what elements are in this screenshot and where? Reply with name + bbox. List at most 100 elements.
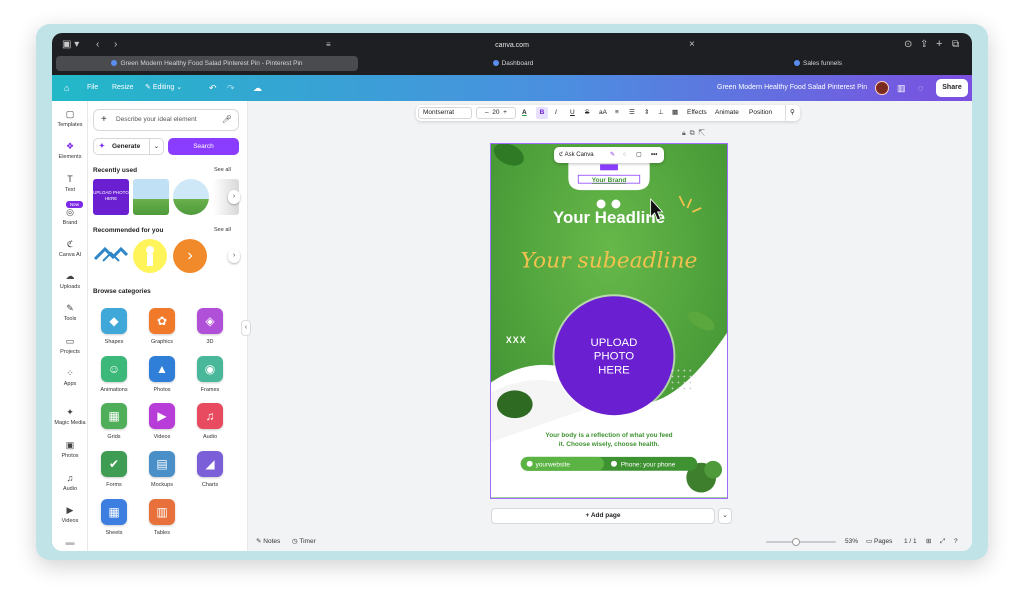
headline-text[interactable]: Your Headline — [553, 208, 665, 227]
transparency-icon[interactable]: ▩ — [672, 105, 678, 121]
category-mockups[interactable]: ▤ Mockups — [144, 451, 180, 488]
font-size-value[interactable]: 20 — [492, 109, 499, 116]
help-icon[interactable]: ? — [954, 533, 958, 551]
category-3d[interactable]: ◈ 3D — [192, 308, 228, 345]
home-icon[interactable]: ⌂ — [64, 75, 69, 101]
rail-item-uploads[interactable]: ☁ Uploads — [52, 271, 88, 290]
add-page-button[interactable]: + Add page — [491, 508, 715, 524]
italic-button[interactable]: I — [555, 105, 557, 121]
comment-icon[interactable]: ◌ — [623, 147, 627, 163]
resize-button[interactable]: Resize — [112, 75, 133, 101]
tab-pinterest-pin[interactable]: Green Modern Healthy Food Salad Pinteres… — [56, 56, 358, 71]
rail-item-brand[interactable]: ◎ Brand — [52, 207, 88, 226]
forward-icon[interactable]: › — [114, 39, 117, 51]
recommended-arrow-circle-thumb[interactable]: › — [173, 239, 207, 273]
brand-text[interactable]: Your Brand — [592, 177, 627, 184]
category-forms[interactable]: ✔ Forms — [96, 451, 132, 488]
category-graphics[interactable]: ✿ Graphics — [144, 308, 180, 345]
clear-url-icon[interactable]: × — [689, 39, 695, 51]
rail-item-photos[interactable]: ▣ Photos — [52, 440, 88, 459]
chevron-down-icon[interactable]: ⌄ — [149, 139, 163, 154]
vertical-align-icon[interactable]: ⊥ — [658, 105, 664, 121]
pages-button[interactable]: ▭ Pages — [866, 533, 892, 551]
new-tab-icon[interactable]: + — [936, 38, 942, 50]
body-text-line-1[interactable]: Your body is a reflection of what you fe… — [545, 432, 672, 439]
website-text[interactable]: yourwebsite — [536, 461, 571, 468]
spacing-icon[interactable]: ⇕ — [644, 105, 649, 121]
more-options-icon[interactable]: ••• — [651, 147, 657, 163]
editing-mode-button[interactable]: ✎ Editing ⌄ — [145, 75, 182, 101]
rail-item-tools[interactable]: ✎ Tools — [52, 303, 88, 322]
back-icon[interactable]: ‹ — [96, 39, 99, 51]
avatar[interactable] — [875, 81, 889, 95]
bold-button[interactable]: B — [536, 107, 548, 119]
strikethrough-button[interactable]: S — [585, 105, 589, 121]
rail-item-magic-media[interactable]: ✦ Magic Media — [52, 407, 88, 426]
collapse-panel-button[interactable]: ‹ — [241, 320, 251, 336]
lock-icon[interactable]: ▢ — [636, 147, 642, 163]
tab-sales-funnels[interactable]: Sales funnels — [668, 56, 968, 71]
category-charts[interactable]: ◢ Charts — [192, 451, 228, 488]
animate-button[interactable]: Animate — [715, 105, 739, 121]
category-tables[interactable]: ▥ Tables — [144, 499, 180, 536]
category-grids[interactable]: ▦ Grids — [96, 403, 132, 440]
category-animations[interactable]: ☺ Animations — [96, 356, 132, 393]
document-title[interactable]: Green Modern Healthy Food Salad Pinteres… — [717, 75, 867, 101]
comment-icon[interactable]: ◌ — [918, 75, 923, 101]
font-family-select[interactable]: Montserrat — [418, 107, 472, 119]
cloud-save-icon[interactable]: ☁ — [253, 75, 262, 101]
category-frames[interactable]: ◉ Frames — [192, 356, 228, 393]
fullscreen-icon[interactable]: ⤢ — [940, 533, 945, 551]
undo-icon[interactable]: ↶ — [209, 75, 217, 101]
redo-icon[interactable]: ↷ — [227, 75, 235, 101]
category-shapes[interactable]: ◆ Shapes — [96, 308, 132, 345]
microphone-icon[interactable]: 🎤︎ — [222, 110, 232, 130]
phone-text[interactable]: Phone: your phone — [621, 461, 676, 468]
letter-case-button[interactable]: aA — [599, 105, 607, 121]
xxx-text[interactable]: XXX — [506, 335, 527, 345]
tab-dashboard[interactable]: Dashboard — [362, 56, 664, 71]
grid-view-icon[interactable]: ⊞ — [926, 533, 931, 551]
recommended-house-logo-thumb[interactable] — [93, 239, 129, 273]
address-bar[interactable]: canva.com — [322, 38, 702, 53]
lock-icon[interactable]: 🔒︎ — [682, 130, 686, 137]
paint-format-icon[interactable]: ⚲ — [785, 105, 795, 121]
recommended-next-arrow-icon[interactable]: › — [228, 249, 240, 263]
category-photos[interactable]: ▲ Photos — [144, 356, 180, 393]
position-button[interactable]: Position — [749, 105, 772, 121]
notes-button[interactable]: ✎ Notes — [256, 533, 280, 551]
file-menu[interactable]: File — [87, 75, 98, 101]
rail-item-canva-ai[interactable]: ℭ Canva AI — [52, 239, 88, 258]
share-button[interactable]: Share — [936, 79, 968, 97]
category-videos[interactable]: ▶ Videos — [144, 403, 180, 440]
add-page-icon[interactable]: ⇱ — [699, 130, 705, 137]
font-size-stepper[interactable]: – 20 + — [476, 107, 516, 119]
see-all-recent-link[interactable]: See all — [214, 167, 231, 173]
increase-size-button[interactable]: + — [503, 109, 507, 116]
decrease-size-button[interactable]: – — [485, 109, 489, 116]
search-button[interactable]: Search — [168, 138, 239, 155]
recent-landscape-thumb[interactable] — [133, 179, 169, 215]
underline-button[interactable]: U — [570, 105, 575, 121]
recent-upload-photo-thumb[interactable]: UPLOAD PHOTO HERE — [93, 179, 129, 215]
zoom-slider-handle[interactable] — [792, 538, 800, 546]
recent-next-arrow-icon[interactable]: › — [228, 190, 240, 204]
timer-button[interactable]: ◷ Timer — [292, 533, 316, 551]
subheadline-text[interactable]: Your subeadline — [521, 248, 698, 273]
generate-button[interactable]: ✦ Generate ⌄ — [93, 138, 164, 155]
sidebar-toggle-icon[interactable]: ▣ ▾ — [62, 39, 79, 51]
rail-item-elements[interactable]: ❖ Elements — [52, 141, 88, 160]
category-sheets[interactable]: ▦ Sheets — [96, 499, 132, 536]
add-page-options-button[interactable]: ⌄ — [718, 508, 732, 524]
list-icon[interactable]: ☰ — [629, 105, 635, 121]
rail-item-more[interactable]: ▬ — [52, 537, 88, 550]
duplicate-page-icon[interactable]: ⧉ — [690, 130, 695, 137]
text-color-button[interactable]: A — [522, 105, 527, 121]
tab-overview-icon[interactable]: ⧉ — [952, 39, 959, 51]
rail-item-apps[interactable]: ⁘ Apps — [52, 368, 88, 387]
align-icon[interactable]: ≡ — [615, 105, 619, 121]
insights-icon[interactable]: ▥ — [897, 75, 906, 101]
magic-edit-icon[interactable]: ✎ — [610, 147, 615, 163]
design-page[interactable]: Your Brand Your Headline Your subeadline… — [490, 143, 728, 499]
rail-item-templates[interactable]: ▢ Templates — [52, 109, 88, 128]
